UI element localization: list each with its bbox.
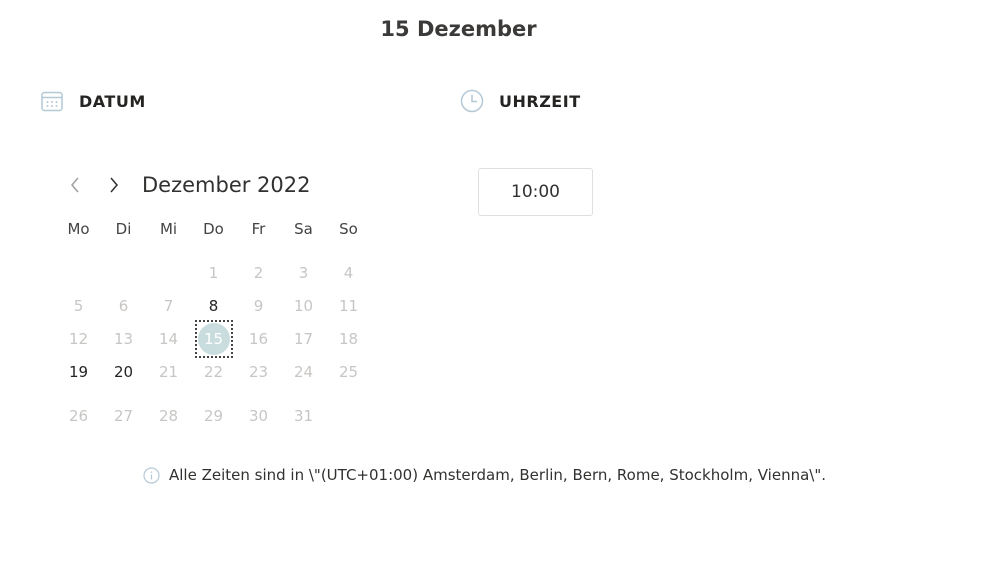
calendar-day: 14	[146, 322, 191, 355]
calendar-day-number: 14	[158, 329, 179, 348]
timezone-info: Alle Zeiten sind in \"(UTC+01:00) Amster…	[143, 466, 826, 484]
calendar-day-number: 28	[158, 406, 179, 425]
calendar-day-number: 19	[68, 362, 89, 381]
date-section-label: DATUM	[79, 91, 146, 111]
calendar-day: 11	[326, 289, 371, 322]
calendar-day[interactable]: 8	[191, 289, 236, 322]
calendar-day: 6	[101, 289, 146, 322]
calendar-day-number: 22	[203, 362, 224, 381]
calendar-day: 10	[281, 289, 326, 322]
calendar-week-row: 1 2 3 4	[56, 256, 371, 289]
calendar-day-number: 23	[248, 362, 269, 381]
calendar-day-number: 15	[203, 329, 224, 348]
weekday-label: So	[339, 220, 358, 238]
calendar-day-number: 6	[118, 296, 129, 315]
calendar-day: 1	[191, 256, 236, 289]
calendar-day-number: 17	[293, 329, 314, 348]
calendar-navigation: Dezember 2022	[62, 170, 311, 200]
calendar-day-number: 2	[253, 263, 264, 282]
info-icon	[143, 466, 160, 484]
calendar-day-number: 3	[298, 263, 309, 282]
calendar-day-grid: 1 2 3 4 5 6 7 8 9 10 11 12 13 14 15 16 17 18 19 20 21 22 23 24 2…	[56, 256, 371, 432]
calendar-day-number: 1	[208, 263, 219, 282]
calendar-day: 18	[326, 322, 371, 355]
weekday-label: Mi	[159, 220, 178, 238]
calendar-day-selected[interactable]: 15	[191, 319, 236, 358]
calendar-day: 24	[281, 355, 326, 388]
calendar-day[interactable]: 19	[56, 355, 101, 388]
calendar-day: 27	[101, 399, 146, 432]
time-slot-button[interactable]: 10:00	[478, 168, 593, 216]
calendar-day-number: 9	[253, 296, 264, 315]
calendar-day: 7	[146, 289, 191, 322]
calendar-day: 28	[146, 399, 191, 432]
calendar-day: 23	[236, 355, 281, 388]
calendar-day: 13	[101, 322, 146, 355]
calendar-day-number: 26	[68, 406, 89, 425]
time-section-label: UHRZEIT	[499, 91, 581, 111]
page-title: 15 Dezember	[380, 17, 537, 41]
calendar-day: 29	[191, 399, 236, 432]
timezone-text: Alle Zeiten sind in \"(UTC+01:00) Amster…	[169, 466, 826, 484]
calendar-day-number: 4	[343, 263, 354, 282]
calendar-day-number: 12	[68, 329, 89, 348]
calendar-week-row: 12 13 14 15 16 17 18	[56, 319, 371, 358]
date-section-header: DATUM	[40, 89, 146, 113]
calendar-day-number: 30	[248, 406, 269, 425]
calendar-day: 4	[326, 256, 371, 289]
time-section-header: UHRZEIT	[460, 89, 581, 113]
weekday-label: Mo	[67, 220, 90, 238]
calendar-day-number: 5	[73, 296, 84, 315]
calendar-day-number: 11	[338, 296, 359, 315]
calendar-day: 3	[281, 256, 326, 289]
calendar-day: 31	[281, 399, 326, 432]
weekday-label: Di	[115, 220, 132, 238]
calendar-day: 22	[191, 355, 236, 388]
calendar-week-row: 26 27 28 29 30 31	[56, 399, 371, 432]
calendar-week-row: 19 20 21 22 23 24 25	[56, 355, 371, 388]
calendar-day: 30	[236, 399, 281, 432]
calendar-day-number: 24	[293, 362, 314, 381]
calendar-day: 9	[236, 289, 281, 322]
weekday-label: Do	[203, 220, 224, 238]
calendar-day-number: 27	[113, 406, 134, 425]
next-month-button[interactable]	[101, 170, 127, 200]
calendar-day-number: 20	[113, 362, 134, 381]
calendar-day-number: 29	[203, 406, 224, 425]
calendar-day-number: 25	[338, 362, 359, 381]
calendar-day-number: 13	[113, 329, 134, 348]
weekday-header-row: Mo Di Mi Do Fr Sa So	[56, 220, 371, 238]
calendar-day: 21	[146, 355, 191, 388]
calendar-day-number: 8	[208, 296, 219, 315]
booking-page: 15 Dezember DATUM UHRZEIT Dezember 2022 …	[0, 0, 999, 565]
calendar-day-number: 21	[158, 362, 179, 381]
calendar-icon	[41, 91, 63, 112]
calendar-day: 12	[56, 322, 101, 355]
clock-icon	[460, 89, 484, 113]
calendar-day: 25	[326, 355, 371, 388]
calendar-day: 2	[236, 256, 281, 289]
calendar-day-number: 10	[293, 296, 314, 315]
calendar-day-number: 7	[163, 296, 174, 315]
calendar-day-number: 18	[338, 329, 359, 348]
weekday-label: Fr	[251, 220, 266, 238]
calendar-week-row: 5 6 7 8 9 10 11	[56, 289, 371, 322]
calendar-day: 16	[236, 322, 281, 355]
calendar-day: 26	[56, 399, 101, 432]
calendar-day-number: 16	[248, 329, 269, 348]
month-label: Dezember 2022	[142, 173, 311, 197]
calendar-day: 17	[281, 322, 326, 355]
chevron-left-icon	[71, 177, 79, 193]
calendar-day-number: 31	[293, 406, 314, 425]
previous-month-button[interactable]	[62, 170, 88, 200]
chevron-right-icon	[110, 177, 118, 193]
calendar-day[interactable]: 20	[101, 355, 146, 388]
weekday-label: Sa	[294, 220, 313, 238]
calendar-day: 5	[56, 289, 101, 322]
